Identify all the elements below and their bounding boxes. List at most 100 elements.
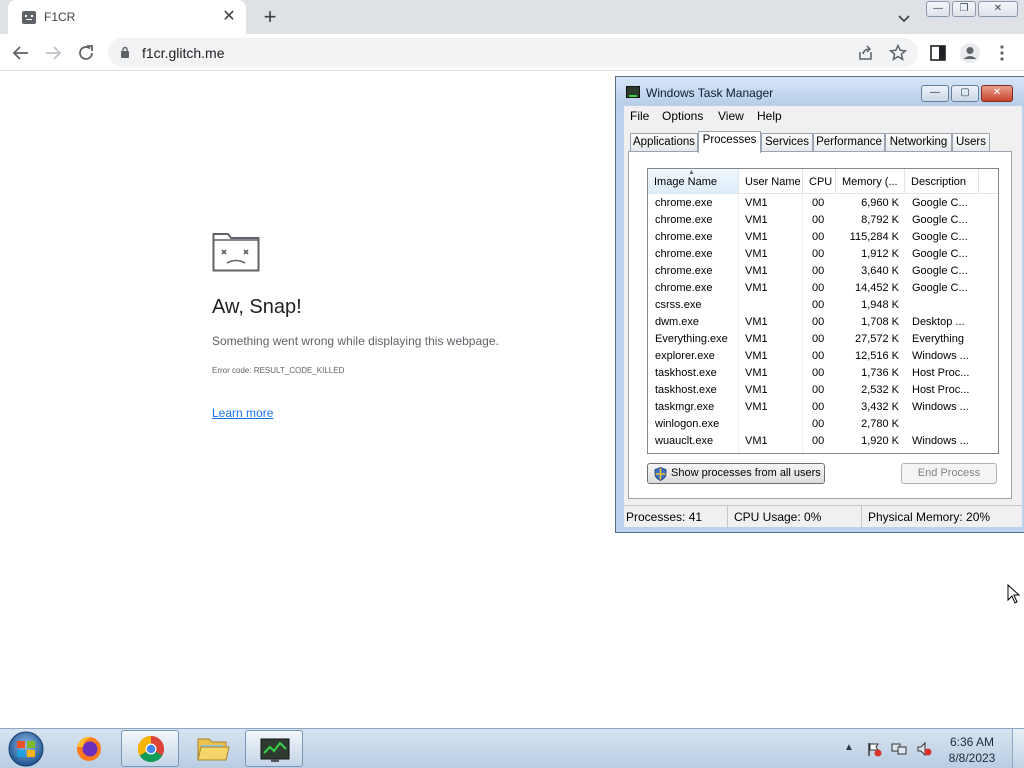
network-icon[interactable] <box>891 741 907 757</box>
col-cpu[interactable]: CPU <box>803 169 836 194</box>
process-image-name: chrome.exe <box>655 248 713 260</box>
process-row[interactable]: csrss.exe 00 1,948 K <box>648 297 998 314</box>
process-description: Google C... <box>912 197 968 209</box>
window-caption-buttons: — ❐ ✕ <box>926 1 1018 17</box>
windows-start-icon[interactable] <box>6 730 46 768</box>
process-row[interactable]: explorer.exe VM1 00 12,516 K Windows ... <box>648 348 998 365</box>
tm-minimize-button[interactable]: — <box>921 85 949 102</box>
col-image-name[interactable]: ▲ Image Name <box>648 169 739 194</box>
profile-avatar-icon[interactable] <box>959 42 981 64</box>
browser-tab[interactable]: F1CR ✕ <box>8 0 246 34</box>
col-description[interactable]: Description <box>905 169 979 194</box>
learn-more-link[interactable]: Learn more <box>212 406 273 420</box>
process-user-name: VM1 <box>745 248 768 260</box>
process-row[interactable]: Everything.exe VM1 00 27,572 K Everything <box>648 331 998 348</box>
taskbar-chrome[interactable] <box>121 730 179 767</box>
task-manager-titlebar[interactable]: Windows Task Manager — ▢ ✕ <box>616 77 1024 105</box>
sad-folder-icon <box>212 233 260 272</box>
process-user-name <box>745 297 803 314</box>
forward-arrow-icon[interactable] <box>40 40 66 66</box>
taskbar-clock[interactable]: 6:36 AM 8/8/2023 <box>940 734 1004 766</box>
process-row[interactable]: taskhost.exe VM1 00 2,532 K Host Proc... <box>648 382 998 399</box>
show-all-processes-button[interactable]: Show processes from all users <box>647 463 825 484</box>
menu-help[interactable]: Help <box>757 109 782 123</box>
process-description: Host Proc... <box>912 367 970 379</box>
tab-processes[interactable]: Processes <box>698 131 761 153</box>
process-list[interactable]: ▲ Image Name User Name CPU Memory (... D… <box>647 168 999 454</box>
more-menu-icon[interactable] <box>992 43 1012 63</box>
process-row[interactable]: chrome.exe VM1 00 3,640 K Google C... <box>648 263 998 280</box>
end-process-button[interactable]: End Process <box>901 463 997 484</box>
clock-time: 6:36 AM <box>949 735 995 749</box>
process-description: Windows ... <box>912 435 969 447</box>
tray-overflow-arrow-icon[interactable]: ▲ <box>844 742 854 753</box>
menu-options[interactable]: Options <box>662 109 703 123</box>
restore-button[interactable]: ❐ <box>952 1 976 17</box>
side-panel-icon[interactable] <box>928 43 948 63</box>
tab-search-chevron-icon[interactable] <box>894 8 914 28</box>
process-row[interactable]: wuauclt.exe VM1 00 1,920 K Windows ... <box>648 433 998 450</box>
task-manager-taskbar-icon <box>260 738 290 762</box>
task-manager-body: Applications Processes Services Performa… <box>624 125 1022 505</box>
process-description: Windows ... <box>912 350 969 362</box>
tab-networking[interactable]: Networking <box>885 133 952 152</box>
process-description: Host Proc... <box>912 384 970 396</box>
process-cpu: 00 <box>812 418 825 430</box>
share-icon[interactable] <box>856 43 876 63</box>
bookmark-star-icon[interactable] <box>888 43 908 63</box>
process-cpu: 00 <box>812 214 825 226</box>
process-memory: 3,640 K <box>861 265 899 277</box>
close-window-button[interactable]: ✕ <box>978 1 1018 17</box>
process-row[interactable]: taskhost.exe VM1 00 1,736 K Host Proc... <box>648 365 998 382</box>
reload-icon[interactable] <box>73 40 99 66</box>
action-center-flag-icon[interactable] <box>866 741 882 757</box>
menu-file[interactable]: File <box>630 109 649 123</box>
process-row[interactable]: chrome.exe VM1 00 14,452 K Google C... <box>648 280 998 297</box>
col-memory[interactable]: Memory (... <box>836 169 905 194</box>
show-desktop-button[interactable] <box>1012 729 1024 768</box>
process-row[interactable]: winlogon.exe 00 2,780 K <box>648 416 998 433</box>
new-tab-button[interactable]: + <box>258 5 282 29</box>
url-text[interactable]: f1cr.glitch.me <box>142 45 224 61</box>
lock-icon[interactable] <box>120 46 130 58</box>
tab-close-icon[interactable]: ✕ <box>220 8 238 26</box>
process-memory: 115,284 K <box>849 231 899 243</box>
process-memory: 8,792 K <box>861 214 899 226</box>
process-row[interactable]: taskmgr.exe VM1 00 3,432 K Windows ... <box>648 399 998 416</box>
process-memory: 1,948 K <box>861 299 899 311</box>
process-memory: 2,532 K <box>861 384 899 396</box>
process-description <box>912 297 974 314</box>
volume-muted-icon[interactable] <box>916 741 932 757</box>
taskbar-explorer[interactable] <box>183 730 241 767</box>
tab-users[interactable]: Users <box>952 133 990 152</box>
taskbar-task-manager[interactable] <box>245 730 303 767</box>
tab-performance[interactable]: Performance <box>813 133 885 152</box>
back-arrow-icon[interactable] <box>8 40 34 66</box>
address-bar[interactable]: f1cr.glitch.me <box>108 38 918 67</box>
process-row[interactable]: chrome.exe VM1 00 1,912 K Google C... <box>648 246 998 263</box>
sad-tab-favicon-icon <box>22 11 36 24</box>
process-row[interactable]: chrome.exe VM1 00 115,284 K Google C... <box>648 229 998 246</box>
process-user-name: VM1 <box>745 401 768 413</box>
menu-view[interactable]: View <box>718 109 744 123</box>
folder-icon <box>197 738 230 761</box>
process-cpu: 00 <box>812 333 825 345</box>
process-image-name: chrome.exe <box>655 197 713 209</box>
taskbar-firefox[interactable] <box>60 730 118 767</box>
process-user-name <box>745 416 803 433</box>
process-row[interactable]: chrome.exe VM1 00 8,792 K Google C... <box>648 212 998 229</box>
col-user-name[interactable]: User Name <box>739 169 803 194</box>
taskbar: ▲ 6:36 AM 8/8/2023 <box>0 728 1024 768</box>
process-user-name: VM1 <box>745 197 768 209</box>
tab-applications[interactable]: Applications <box>630 133 698 152</box>
process-user-name: VM1 <box>745 214 768 226</box>
process-row[interactable]: dwm.exe VM1 00 1,708 K Desktop ... <box>648 314 998 331</box>
tab-services[interactable]: Services <box>761 133 813 152</box>
process-row[interactable]: chrome.exe VM1 00 6,960 K Google C... <box>648 195 998 212</box>
process-image-name: chrome.exe <box>655 282 713 294</box>
tm-maximize-button[interactable]: ▢ <box>951 85 979 102</box>
process-cpu: 00 <box>812 265 825 277</box>
task-manager-title: Windows Task Manager <box>646 86 774 100</box>
tm-close-button[interactable]: ✕ <box>981 85 1013 102</box>
minimize-button[interactable]: — <box>926 1 950 17</box>
